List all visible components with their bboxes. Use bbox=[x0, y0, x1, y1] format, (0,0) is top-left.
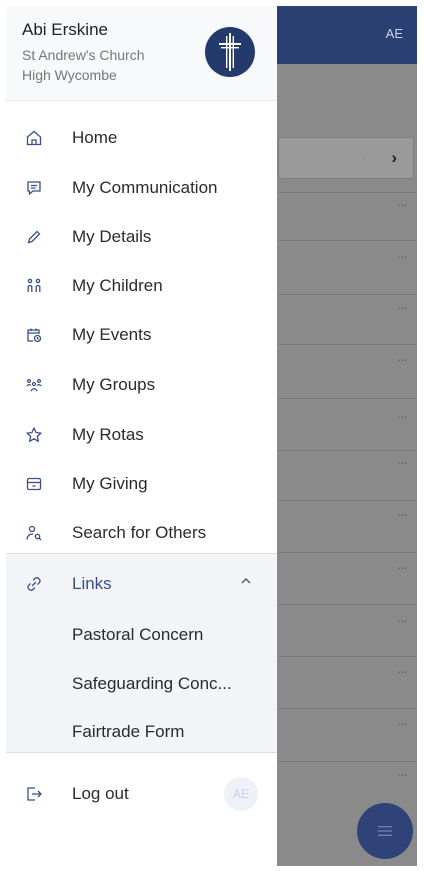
children-icon bbox=[24, 276, 44, 296]
nav-item-my-children[interactable]: My Children bbox=[6, 262, 277, 310]
church-name: St Andrew's Church bbox=[22, 47, 145, 63]
row-more-icon[interactable]: ··· bbox=[387, 665, 408, 678]
row-more-icon[interactable]: ··· bbox=[387, 456, 408, 469]
row-more-icon[interactable]: ··· bbox=[387, 353, 408, 366]
background-user-initials: AE bbox=[385, 26, 403, 41]
row-more-icon[interactable]: ··· bbox=[387, 717, 408, 730]
cross-logo-icon bbox=[219, 33, 241, 71]
nav-item-my-communication[interactable]: My Communication bbox=[6, 164, 277, 212]
nav-item-label: My Groups bbox=[72, 375, 156, 394]
person-search-icon bbox=[24, 523, 44, 543]
navigation-drawer: Abi Erskine St Andrew's Church High Wyco… bbox=[6, 6, 277, 866]
link-icon bbox=[24, 574, 44, 594]
background-row-divider bbox=[278, 552, 417, 553]
row-more-icon[interactable]: ··· bbox=[387, 508, 408, 521]
row-more-icon[interactable]: ··· bbox=[387, 301, 408, 314]
chevron-up-icon[interactable] bbox=[239, 574, 253, 588]
pager-prev-button[interactable]: ‹ bbox=[362, 149, 367, 166]
links-item-label: Safeguarding Conc... bbox=[72, 674, 232, 693]
background-row-divider bbox=[278, 294, 417, 295]
nav-item-label: My Giving bbox=[72, 474, 148, 493]
background-row-divider bbox=[278, 500, 417, 501]
row-more-icon[interactable]: ··· bbox=[387, 561, 408, 574]
home-icon bbox=[24, 128, 44, 148]
group-icon bbox=[24, 375, 44, 395]
menu-icon bbox=[378, 826, 392, 836]
nav-item-search-for-others[interactable]: Search for Others bbox=[6, 509, 277, 557]
background-row-divider bbox=[278, 450, 417, 451]
nav-item-label: Home bbox=[72, 128, 118, 147]
drawer-header: Abi Erskine St Andrew's Church High Wyco… bbox=[6, 6, 277, 101]
nav-item-my-giving[interactable]: My Giving bbox=[6, 460, 277, 508]
message-icon bbox=[24, 178, 44, 198]
links-item-label: Fairtrade Form bbox=[72, 722, 185, 741]
background-row-divider bbox=[278, 240, 417, 241]
background-row-divider bbox=[278, 192, 417, 193]
links-item-pastoral-concern[interactable]: Pastoral Concern bbox=[6, 611, 277, 659]
nav-item-home[interactable]: Home bbox=[6, 114, 277, 162]
background-row-divider bbox=[278, 344, 417, 345]
row-more-icon[interactable]: ··· bbox=[387, 198, 408, 211]
nav-item-label: My Children bbox=[72, 276, 163, 295]
nav-item-label: My Events bbox=[72, 325, 152, 344]
row-more-icon[interactable]: ··· bbox=[387, 410, 408, 423]
links-section: Links Pastoral Concern Safeguarding Conc… bbox=[6, 553, 277, 753]
nav-item-my-details[interactable]: My Details bbox=[6, 213, 277, 261]
nav-item-my-groups[interactable]: My Groups bbox=[6, 361, 277, 409]
logout-button[interactable]: Log out AE bbox=[6, 770, 277, 818]
nav-item-my-rotas[interactable]: My Rotas bbox=[6, 411, 277, 459]
wallet-icon bbox=[24, 474, 44, 494]
links-item-label: Pastoral Concern bbox=[72, 625, 204, 644]
church-logo bbox=[205, 27, 255, 77]
user-name: Abi Erskine bbox=[22, 20, 108, 39]
background-row-divider bbox=[278, 761, 417, 762]
row-more-icon[interactable]: ··· bbox=[387, 768, 408, 781]
background-row-divider bbox=[278, 708, 417, 709]
links-item-fairtrade-form[interactable]: Fairtrade Form bbox=[6, 708, 277, 756]
background-row-divider bbox=[278, 656, 417, 657]
nav-item-label: Search for Others bbox=[72, 523, 207, 542]
pager-next-button[interactable]: › bbox=[391, 148, 397, 168]
background-row-divider bbox=[278, 398, 417, 399]
nav-item-my-events[interactable]: My Events bbox=[6, 311, 277, 359]
avatar: AE bbox=[224, 777, 258, 811]
nav-item-label: My Rotas bbox=[72, 425, 144, 444]
background-pager: ‹ › bbox=[278, 137, 414, 179]
church-location: High Wycombe bbox=[22, 67, 117, 83]
row-more-icon[interactable]: ··· bbox=[387, 614, 408, 627]
links-item-safeguarding-concern[interactable]: Safeguarding Conc... bbox=[6, 660, 277, 708]
background-row-divider bbox=[278, 604, 417, 605]
row-more-icon[interactable]: ··· bbox=[387, 250, 408, 263]
menu-fab-button[interactable] bbox=[357, 803, 413, 859]
logout-label: Log out bbox=[72, 784, 129, 803]
calendar-clock-icon bbox=[24, 325, 44, 345]
star-icon bbox=[24, 425, 44, 445]
pencil-icon bbox=[24, 227, 44, 247]
nav-item-label: My Communication bbox=[72, 178, 218, 197]
nav-item-label: My Details bbox=[72, 227, 152, 246]
links-label: Links bbox=[72, 574, 112, 593]
logout-icon bbox=[24, 784, 44, 804]
links-toggle[interactable]: Links bbox=[6, 560, 277, 608]
app-frame: AE ‹ › ··· ··· ··· ··· ··· ··· ··· ··· ·… bbox=[6, 6, 417, 866]
